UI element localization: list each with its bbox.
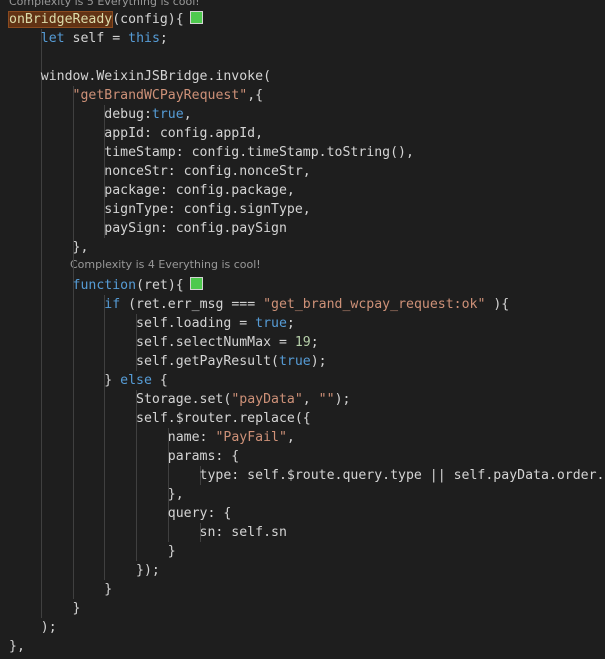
code-token: package: config.package, xyxy=(9,183,295,198)
code-token: ; xyxy=(286,316,295,331)
code-token: name: xyxy=(9,430,216,445)
code-token: } xyxy=(9,601,81,616)
code-token: debug: xyxy=(9,107,152,122)
code-line[interactable]: params: { xyxy=(9,447,239,466)
code-token: }, xyxy=(9,487,184,502)
code-token: ){ xyxy=(485,297,510,312)
code-line[interactable]: if (ret.err_msg === "get_brand_wcpay_req… xyxy=(9,295,509,314)
code-token: type: self.$route.query.type || self.pay… xyxy=(9,468,605,483)
code-token: sn: self.sn xyxy=(9,525,287,540)
code-token: let xyxy=(40,31,65,46)
code-line[interactable]: }, xyxy=(9,238,89,257)
code-token: this xyxy=(128,31,160,46)
code-token: timeStamp: config.timeStamp.toString(), xyxy=(9,145,414,160)
code-line[interactable]: } xyxy=(9,580,112,599)
code-line[interactable]: self.loading = true; xyxy=(9,314,295,333)
code-line[interactable]: name: "PayFail", xyxy=(9,428,295,447)
code-token: window.WeixinJSBridge.invoke( xyxy=(9,69,272,84)
code-line[interactable]: timeStamp: config.timeStamp.toString(), xyxy=(9,143,414,162)
code-token: nonceStr: config.nonceStr, xyxy=(9,164,311,179)
code-line[interactable]: }, xyxy=(9,485,184,504)
code-token: self.$router.replace({ xyxy=(9,411,311,426)
code-token: ; xyxy=(159,31,168,46)
code-token: } xyxy=(9,582,113,597)
code-token: } xyxy=(9,544,176,559)
code-token: function xyxy=(72,278,137,293)
code-token: signType: config.signType, xyxy=(9,202,311,217)
code-token: ,{ xyxy=(247,88,264,103)
code-line[interactable]: query: { xyxy=(9,504,232,523)
code-token: (ret){ xyxy=(136,278,184,293)
code-line[interactable]: let self = this; xyxy=(9,29,168,48)
code-token: ); xyxy=(310,354,327,369)
code-line[interactable]: onBridgeReady(config){ xyxy=(7,10,203,29)
code-line[interactable]: debug:true, xyxy=(9,105,192,124)
code-token: true xyxy=(151,107,184,122)
code-line[interactable]: ); xyxy=(9,618,57,637)
code-token: }, xyxy=(9,639,25,654)
code-token: self.loading = xyxy=(9,316,256,331)
code-line[interactable]: function(ret){ xyxy=(9,276,203,295)
code-token: 19 xyxy=(294,335,311,350)
code-token: self.getPayResult( xyxy=(9,354,279,369)
code-line[interactable]: } else { xyxy=(9,371,168,390)
code-token: self.selectNumMax = xyxy=(9,335,295,350)
status-square-icon xyxy=(189,277,203,290)
code-token: "getBrandWCPayRequest" xyxy=(72,88,248,103)
code-token: query: { xyxy=(9,506,232,521)
code-token: else xyxy=(120,373,152,388)
function-name-highlight: onBridgeReady xyxy=(7,11,114,28)
code-token: ); xyxy=(334,392,351,407)
code-line[interactable]: Storage.set("payData", ""); xyxy=(9,390,350,409)
code-token: , xyxy=(183,107,192,122)
code-token: } xyxy=(9,373,121,388)
code-token: appId: config.appId, xyxy=(9,126,264,141)
code-line[interactable]: appId: config.appId, xyxy=(9,124,263,143)
code-line[interactable]: paySign: config.paySign xyxy=(9,219,287,238)
code-token: ); xyxy=(9,620,57,635)
code-line[interactable]: self.getPayResult(true); xyxy=(9,352,327,371)
code-token: Storage.set( xyxy=(9,392,232,407)
code-editor[interactable]: Complexity is 5 Everything is cool! Comp… xyxy=(0,0,605,659)
code-token: }); xyxy=(9,563,160,578)
code-token: "payData" xyxy=(231,392,303,407)
code-line[interactable]: } xyxy=(9,542,176,561)
code-line[interactable]: sn: self.sn xyxy=(9,523,287,542)
code-line[interactable]: } xyxy=(9,599,81,618)
code-line[interactable]: self.$router.replace({ xyxy=(9,409,311,428)
code-token: params: { xyxy=(9,449,240,464)
code-line[interactable]: }, xyxy=(9,637,25,656)
code-token: ; xyxy=(310,335,319,350)
code-token: , xyxy=(286,430,295,445)
code-token: true xyxy=(255,316,287,331)
code-token: }, xyxy=(9,240,89,255)
code-line[interactable]: type: self.$route.query.type || self.pay… xyxy=(9,466,605,485)
code-token: if xyxy=(104,297,121,312)
code-token: "PayFail" xyxy=(215,430,287,445)
codelens-complexity[interactable]: Complexity is 4 Everything is cool! xyxy=(70,258,261,272)
code-line[interactable]: "getBrandWCPayRequest",{ xyxy=(9,86,264,105)
code-token: "get_brand_wcpay_request:ok" xyxy=(263,297,486,312)
code-line[interactable]: }); xyxy=(9,561,160,580)
code-line[interactable]: signType: config.signType, xyxy=(9,200,311,219)
code-token: { xyxy=(151,373,168,388)
code-line[interactable]: window.WeixinJSBridge.invoke( xyxy=(9,67,271,86)
code-token: , xyxy=(302,392,319,407)
code-line[interactable]: nonceStr: config.nonceStr, xyxy=(9,162,311,181)
codelens-complexity[interactable]: Complexity is 5 Everything is cool! xyxy=(9,0,200,9)
code-line[interactable]: self.selectNumMax = 19; xyxy=(9,333,319,352)
status-square-icon xyxy=(189,11,203,24)
code-token: "" xyxy=(318,392,335,407)
code-token: (ret.err_msg === xyxy=(120,297,264,312)
code-line[interactable]: package: config.package, xyxy=(9,181,295,200)
code-token: paySign: config.paySign xyxy=(9,221,287,236)
code-token: (config){ xyxy=(112,12,184,27)
code-token: true xyxy=(278,354,311,369)
code-token: self = xyxy=(64,31,129,46)
